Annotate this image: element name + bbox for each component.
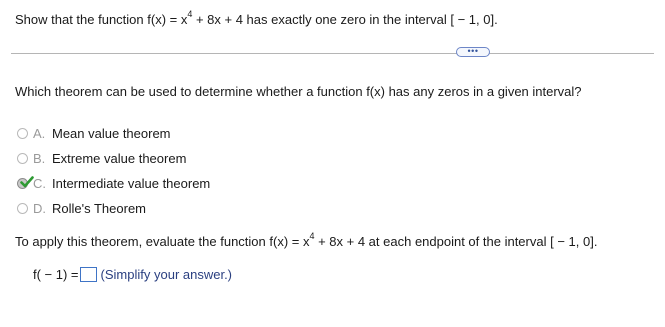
option-label: Intermediate value theorem xyxy=(52,176,211,191)
more-options-button[interactable]: ••• xyxy=(456,47,490,57)
radio-button-selected[interactable] xyxy=(17,176,34,189)
option-label: Extreme value theorem xyxy=(52,151,187,166)
apply-exponent: 4 xyxy=(309,230,315,241)
question-text: Which theorem can be used to determine w… xyxy=(15,84,582,99)
radio-button[interactable] xyxy=(17,128,28,139)
option-label: Mean value theorem xyxy=(52,126,171,141)
problem-exponent: 4 xyxy=(187,8,193,19)
option-label: Rolle's Theorem xyxy=(52,201,147,216)
problem-text-prefix: Show that the function f(x) = x xyxy=(15,12,188,27)
answer-hint: (Simplify your answer.) xyxy=(100,267,233,282)
apply-instruction: To apply this theorem, evaluate the func… xyxy=(15,230,598,250)
answer-options: A. Mean value theorem B. Extreme value t… xyxy=(17,121,210,221)
apply-text-suffix: + 8x + 4 at each endpoint of the interva… xyxy=(314,234,598,249)
option-c[interactable]: C. Intermediate value theorem xyxy=(17,171,210,196)
problem-statement: Show that the function f(x) = x4 + 8x + … xyxy=(15,8,498,28)
apply-text-prefix: To apply this theorem, evaluate the func… xyxy=(15,234,310,249)
answer-input[interactable] xyxy=(79,267,97,282)
option-letter: B. xyxy=(33,151,46,166)
option-d[interactable]: D. Rolle's Theorem xyxy=(17,196,210,221)
answer-row: f( − 1) = (Simplify your answer.) xyxy=(33,267,232,282)
radio-button[interactable] xyxy=(17,203,28,214)
divider-line xyxy=(11,53,654,54)
option-a[interactable]: A. Mean value theorem xyxy=(17,121,210,146)
problem-text-suffix: + 8x + 4 has exactly one zero in the int… xyxy=(192,12,498,27)
option-b[interactable]: B. Extreme value theorem xyxy=(17,146,210,171)
checkmark-icon xyxy=(20,176,34,188)
option-letter: A. xyxy=(33,126,46,141)
answer-label: f( − 1) = xyxy=(33,267,79,282)
option-letter: D. xyxy=(33,201,46,216)
section-divider: ••• xyxy=(11,46,654,60)
radio-button[interactable] xyxy=(17,153,28,164)
option-letter: C. xyxy=(33,176,46,191)
